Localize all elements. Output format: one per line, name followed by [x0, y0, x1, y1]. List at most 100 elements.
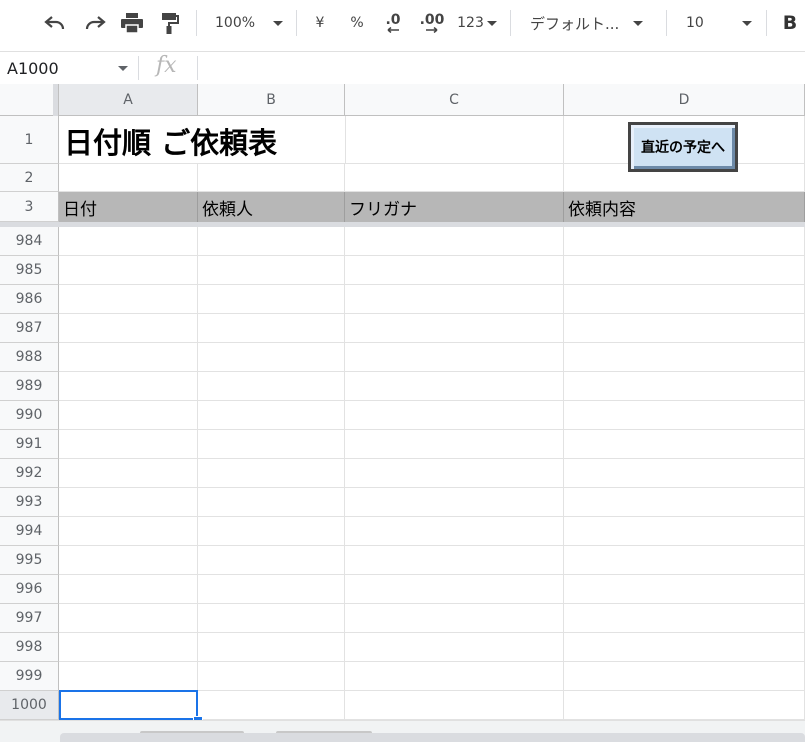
currency-format-button[interactable]: ¥	[306, 8, 334, 38]
table-cell[interactable]	[564, 546, 805, 575]
table-cell[interactable]	[345, 488, 564, 517]
row-header[interactable]: 999	[0, 662, 59, 691]
zoom-select[interactable]: 100%	[210, 8, 290, 38]
column-header-d[interactable]: D	[564, 84, 805, 116]
row-header-1[interactable]: 1	[0, 116, 59, 164]
header-cell-date[interactable]: 日付	[59, 192, 198, 222]
cell-b2[interactable]	[198, 164, 345, 192]
percent-format-button[interactable]: %	[343, 8, 371, 38]
font-family-select[interactable]: デフォルト...	[524, 8, 658, 38]
formula-input[interactable]	[205, 52, 800, 84]
table-cell[interactable]	[564, 662, 805, 691]
table-cell[interactable]	[345, 691, 564, 720]
table-cell[interactable]	[564, 604, 805, 633]
cell-c1[interactable]	[345, 116, 564, 164]
table-cell[interactable]	[345, 256, 564, 285]
table-cell[interactable]	[59, 633, 198, 662]
table-cell[interactable]	[564, 401, 805, 430]
column-header-a[interactable]: A	[59, 84, 198, 116]
table-cell[interactable]	[564, 227, 805, 256]
row-header[interactable]: 984	[0, 227, 59, 256]
table-cell[interactable]	[59, 314, 198, 343]
table-cell[interactable]	[564, 314, 805, 343]
table-cell[interactable]	[345, 662, 564, 691]
print-icon[interactable]	[118, 8, 146, 38]
table-cell[interactable]	[345, 546, 564, 575]
decrease-decimal-button[interactable]: .0	[378, 8, 408, 38]
redo-icon[interactable]	[80, 8, 110, 38]
table-cell[interactable]	[564, 633, 805, 662]
table-cell[interactable]	[564, 488, 805, 517]
table-cell[interactable]	[345, 633, 564, 662]
row-header[interactable]: 994	[0, 517, 59, 546]
bold-button[interactable]: B	[776, 8, 804, 38]
row-header[interactable]: 989	[0, 372, 59, 401]
table-cell[interactable]	[198, 401, 345, 430]
row-header[interactable]: 993	[0, 488, 59, 517]
table-cell[interactable]	[198, 575, 345, 604]
table-cell[interactable]	[345, 604, 564, 633]
row-header[interactable]: 991	[0, 430, 59, 459]
table-cell[interactable]	[59, 256, 198, 285]
table-cell[interactable]	[198, 691, 345, 720]
row-header-3[interactable]: 3	[0, 192, 59, 222]
name-box[interactable]: A1000	[0, 52, 138, 84]
table-cell[interactable]	[345, 314, 564, 343]
table-cell[interactable]	[59, 517, 198, 546]
table-cell[interactable]	[198, 459, 345, 488]
row-header[interactable]: 986	[0, 285, 59, 314]
cell-c2[interactable]	[345, 164, 564, 192]
table-cell[interactable]	[59, 430, 198, 459]
table-cell[interactable]	[59, 372, 198, 401]
table-cell[interactable]	[198, 633, 345, 662]
table-cell[interactable]	[564, 256, 805, 285]
select-all-corner[interactable]	[0, 84, 59, 116]
row-header[interactable]: 998	[0, 633, 59, 662]
table-cell[interactable]	[59, 662, 198, 691]
table-cell[interactable]	[345, 430, 564, 459]
table-cell[interactable]	[564, 343, 805, 372]
table-cell[interactable]	[345, 343, 564, 372]
table-cell[interactable]	[59, 575, 198, 604]
row-header[interactable]: 997	[0, 604, 59, 633]
header-cell-request-details[interactable]: 依頼内容	[564, 192, 805, 222]
table-cell[interactable]	[198, 604, 345, 633]
table-cell[interactable]	[59, 488, 198, 517]
increase-decimal-button[interactable]: .00	[416, 8, 448, 38]
table-cell[interactable]	[59, 227, 198, 256]
table-cell[interactable]	[198, 546, 345, 575]
table-cell[interactable]	[198, 343, 345, 372]
row-header[interactable]: 995	[0, 546, 59, 575]
row-header[interactable]: 992	[0, 459, 59, 488]
table-cell[interactable]	[198, 430, 345, 459]
number-format-select[interactable]: 123	[454, 8, 500, 38]
go-to-upcoming-button[interactable]: 直近の予定へ	[628, 122, 738, 172]
table-cell[interactable]	[59, 285, 198, 314]
row-header[interactable]: 985	[0, 256, 59, 285]
freeze-handle[interactable]	[53, 84, 58, 116]
header-cell-furigana[interactable]: フリガナ	[345, 192, 564, 222]
table-cell[interactable]	[345, 372, 564, 401]
table-cell[interactable]	[564, 517, 805, 546]
horizontal-scrollbar[interactable]	[0, 720, 805, 742]
table-cell[interactable]	[564, 285, 805, 314]
row-header[interactable]: 990	[0, 401, 59, 430]
table-cell[interactable]	[59, 604, 198, 633]
table-cell[interactable]	[198, 372, 345, 401]
row-header[interactable]: 996	[0, 575, 59, 604]
table-cell[interactable]	[345, 285, 564, 314]
table-cell[interactable]	[345, 517, 564, 546]
table-cell[interactable]	[564, 430, 805, 459]
paint-format-icon[interactable]	[156, 8, 184, 38]
table-cell[interactable]	[564, 575, 805, 604]
table-cell[interactable]	[198, 517, 345, 546]
table-cell[interactable]	[59, 459, 198, 488]
undo-icon[interactable]	[40, 8, 70, 38]
font-size-select[interactable]: 10	[676, 8, 758, 38]
table-cell[interactable]	[198, 314, 345, 343]
row-header[interactable]: 987	[0, 314, 59, 343]
table-cell[interactable]	[59, 546, 198, 575]
table-cell[interactable]	[198, 662, 345, 691]
column-header-b[interactable]: B	[198, 84, 345, 116]
row-header-2[interactable]: 2	[0, 164, 59, 192]
